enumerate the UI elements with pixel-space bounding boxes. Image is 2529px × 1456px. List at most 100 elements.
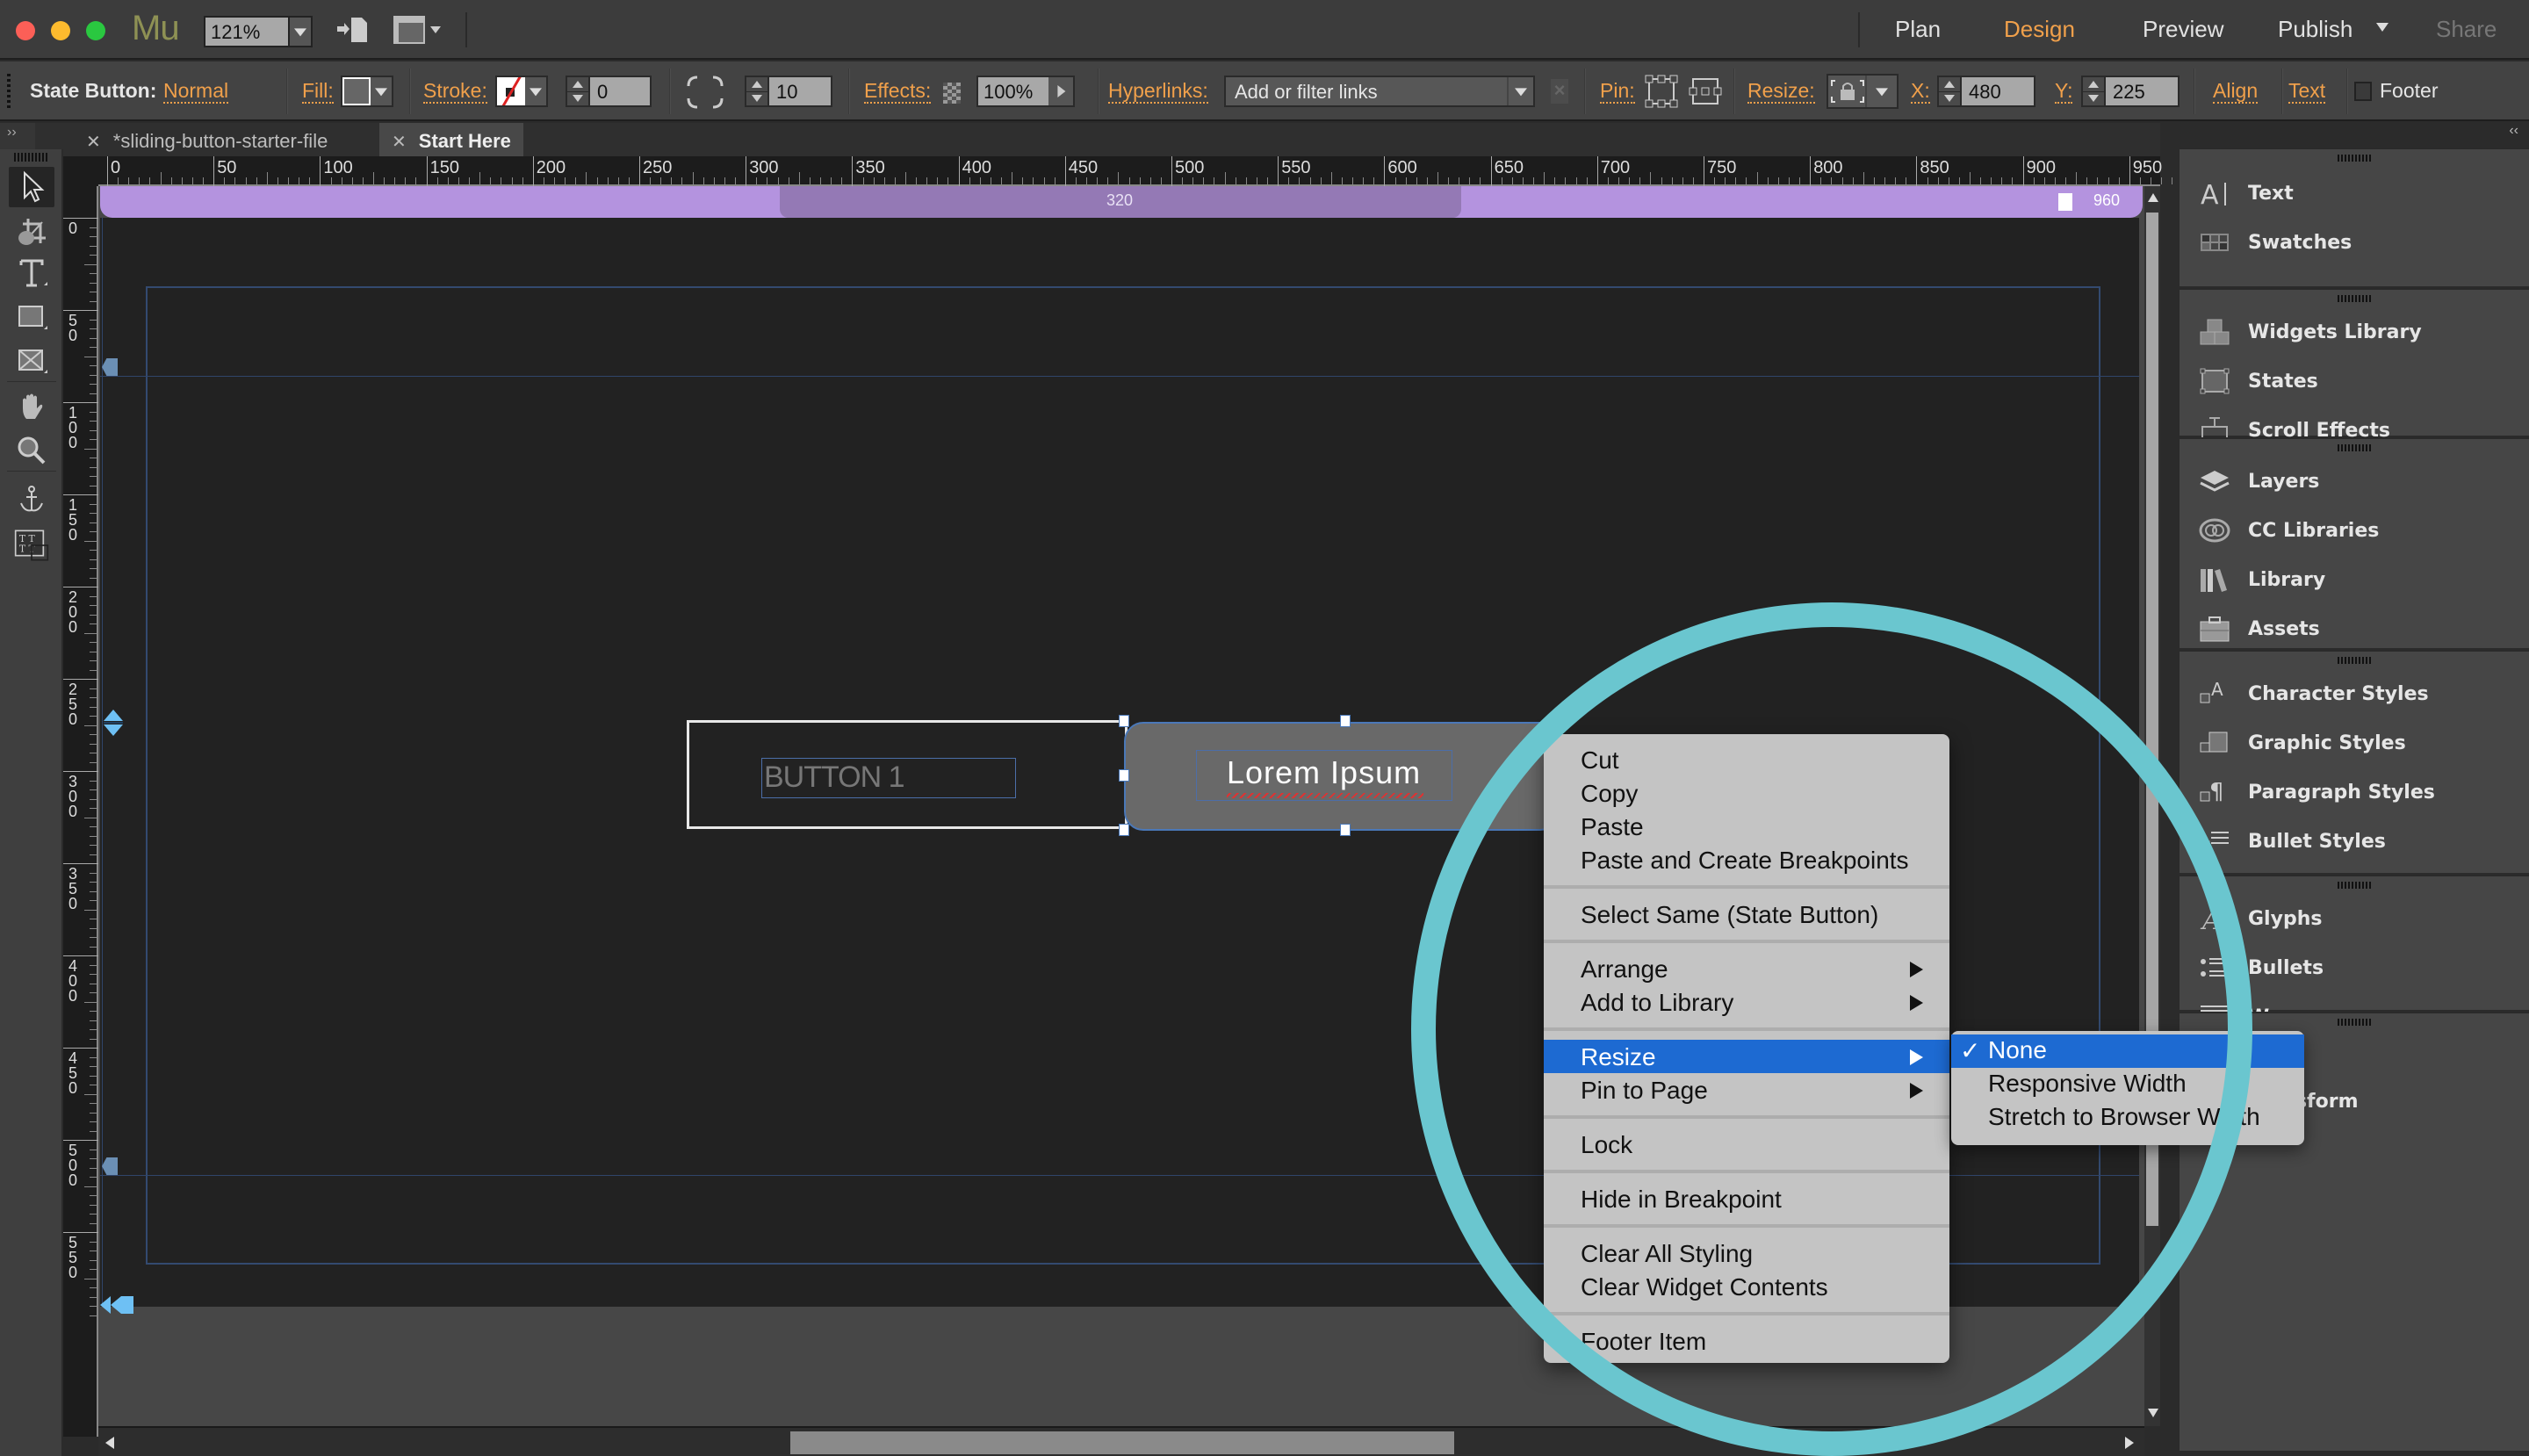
selection-handle[interactable]: [1558, 715, 1568, 727]
panel-item-paragraph-styles[interactable]: ¶ Paragraph Styles: [2197, 775, 2435, 810]
mode-tab-publish[interactable]: Publish: [2278, 16, 2352, 43]
panel-item-character-styles[interactable]: A Character Styles: [2197, 676, 2429, 711]
x-position-value[interactable]: 480: [1962, 77, 2034, 105]
scroll-down-icon[interactable]: [2148, 1409, 2158, 1417]
corner-radius-field[interactable]: 10: [745, 76, 832, 107]
scroll-right-icon[interactable]: [2125, 1437, 2134, 1449]
rectangle-tool[interactable]: [9, 297, 54, 337]
stroke-link[interactable]: Stroke:: [423, 79, 487, 104]
control-bar-grip[interactable]: [7, 74, 11, 109]
fill-link[interactable]: Fill:: [302, 79, 334, 104]
panel-group-grip[interactable]: [2338, 444, 2371, 451]
text-tool[interactable]: [9, 253, 54, 293]
panel-item-graphic-styles[interactable]: Graphic Styles: [2197, 725, 2406, 760]
clear-link-icon[interactable]: ×: [1551, 79, 1568, 104]
breakpoint-resize-handle[interactable]: [2058, 193, 2072, 211]
align-link[interactable]: Align: [2213, 79, 2259, 104]
header-guide[interactable]: [100, 376, 2139, 377]
publish-dropdown-icon[interactable]: [2376, 23, 2388, 32]
ruler-origin[interactable]: [63, 156, 98, 186]
close-tab-icon[interactable]: ✕: [86, 133, 101, 152]
mode-tab-plan[interactable]: Plan: [1895, 16, 1941, 43]
menu-item-arrange[interactable]: Arrange: [1544, 952, 1949, 985]
close-tab-icon[interactable]: ✕: [392, 133, 407, 152]
panel-item-bullet-styles[interactable]: Bullet Styles: [2197, 824, 2386, 859]
chevron-down-icon[interactable]: [371, 77, 392, 105]
pin-horizontal-icon[interactable]: [1688, 74, 1723, 109]
chevron-down-icon[interactable]: [288, 18, 311, 46]
increment-icon[interactable]: [1939, 77, 1960, 92]
vertical-ruler[interactable]: 0 50 100 150 200 250 300 350 400 450 500 550: [63, 186, 98, 1437]
panel-group-grip[interactable]: [2338, 1019, 2371, 1026]
opacity-field[interactable]: 100%: [976, 76, 1075, 107]
resize-select[interactable]: [1826, 74, 1899, 109]
state-button-2-selected[interactable]: Lorem Ipsum: [1124, 722, 1560, 831]
increment-icon[interactable]: [567, 77, 588, 92]
panel-item-assets[interactable]: Assets: [2197, 611, 2320, 646]
panel-item-library[interactable]: Library: [2197, 562, 2325, 597]
horizontal-scrollbar[interactable]: [98, 1426, 2144, 1456]
maximize-window-button[interactable]: [86, 21, 105, 40]
tab-sliding-button-starter-file[interactable]: ✕ *sliding-button-starter-file: [74, 123, 340, 156]
header-marker-icon[interactable]: [102, 358, 118, 376]
anchor-tool[interactable]: [9, 479, 54, 520]
decrement-icon[interactable]: [1939, 92, 1960, 106]
decrement-icon[interactable]: [567, 92, 588, 106]
y-label[interactable]: Y:: [2055, 79, 2073, 104]
panel-item-swatches[interactable]: Swatches: [2197, 225, 2352, 260]
menu-item-paste[interactable]: Paste: [1544, 810, 1949, 843]
resize-link[interactable]: Resize:: [1747, 79, 1815, 104]
menu-item-lock[interactable]: Lock: [1544, 1128, 1949, 1161]
decrement-icon[interactable]: [746, 92, 767, 106]
zoom-level-select[interactable]: 121%: [204, 16, 313, 47]
button2-text[interactable]: Lorem Ipsum: [1227, 754, 1421, 791]
scroll-left-icon[interactable]: [105, 1437, 114, 1449]
image-frame-tool[interactable]: [9, 341, 54, 381]
selection-handle[interactable]: [1340, 824, 1351, 836]
stroke-swatch[interactable]: [495, 76, 548, 107]
menu-item-pin-to-page[interactable]: Pin to Page: [1544, 1073, 1949, 1106]
menu-item-add-to-library[interactable]: Add to Library: [1544, 985, 1949, 1019]
menu-item-hide-in-breakpoint[interactable]: Hide in Breakpoint: [1544, 1182, 1949, 1215]
panel-item-text[interactable]: A Text: [2197, 176, 2294, 211]
chevron-down-icon[interactable]: [1867, 76, 1897, 107]
submenu-item-none[interactable]: ✓ None: [1951, 1034, 2304, 1068]
panel-group-grip[interactable]: [2338, 295, 2371, 302]
collapse-panels-icon[interactable]: ‹‹: [2509, 123, 2518, 139]
mode-tab-share[interactable]: Share: [2436, 16, 2497, 43]
panel-group-grip[interactable]: [2338, 155, 2371, 162]
chevron-down-icon[interactable]: [1507, 77, 1533, 105]
increment-icon[interactable]: [2083, 77, 2104, 92]
submenu-item-responsive-width[interactable]: Responsive Width: [1951, 1068, 2304, 1101]
breakpoint-bar[interactable]: 320 960: [100, 186, 2143, 218]
menu-item-cut[interactable]: Cut: [1544, 743, 1949, 776]
selection-handle[interactable]: [1119, 769, 1129, 782]
x-label[interactable]: X:: [1911, 79, 1930, 104]
selection-handle[interactable]: [1119, 824, 1129, 836]
button1-text[interactable]: BUTTON 1: [764, 760, 905, 795]
crop-tool[interactable]: [9, 211, 54, 251]
x-position-field[interactable]: 480: [1937, 76, 2035, 107]
menu-item-clear-widget-contents[interactable]: Clear Widget Contents: [1544, 1270, 1949, 1303]
footer-marker-icon[interactable]: [102, 1157, 118, 1175]
mode-tab-preview[interactable]: Preview: [2143, 16, 2223, 43]
view-options-icon[interactable]: [392, 14, 444, 46]
tools-grip[interactable]: [14, 153, 49, 162]
menu-item-resize[interactable]: Resize: [1544, 1040, 1949, 1073]
menu-item-copy[interactable]: Copy: [1544, 776, 1949, 810]
pin-position-icon[interactable]: [1644, 74, 1679, 109]
footer-checkbox[interactable]: [2354, 82, 2372, 101]
menu-item-clear-all-styling[interactable]: Clear All Styling: [1544, 1236, 1949, 1270]
mode-tab-design[interactable]: Design: [2004, 16, 2075, 43]
state-button-1[interactable]: BUTTON 1: [687, 720, 1128, 829]
minimize-window-button[interactable]: [51, 21, 70, 40]
panel-item-glyphs[interactable]: A Glyphs: [2197, 901, 2322, 936]
stroke-width-value[interactable]: 0: [590, 77, 650, 105]
horizontal-scrollbar-thumb[interactable]: [790, 1431, 1454, 1454]
submenu-item-stretch-to-browser-width[interactable]: Stretch to Browser Width: [1951, 1101, 2304, 1135]
fill-swatch[interactable]: [341, 76, 393, 107]
hyperlinks-link[interactable]: Hyperlinks:: [1108, 79, 1208, 104]
selection-handle[interactable]: [1119, 715, 1129, 727]
y-position-field[interactable]: 225: [2081, 76, 2180, 107]
text-frame-tool[interactable]: T TT T: [9, 525, 54, 566]
